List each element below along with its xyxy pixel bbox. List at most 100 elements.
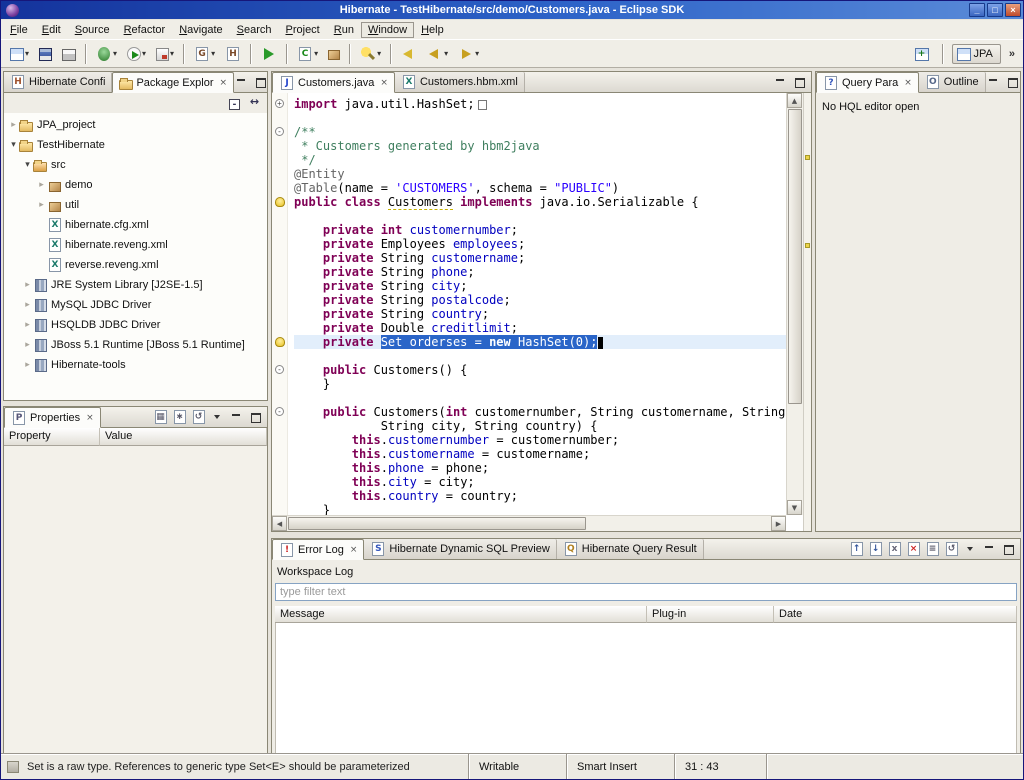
log-filter-input[interactable]: [275, 583, 1017, 601]
new-class-button[interactable]: ▾: [293, 43, 322, 65]
dropdown-arrow-icon[interactable]: ▾: [475, 49, 479, 58]
view-menu-button[interactable]: [963, 543, 978, 556]
run-hql-button[interactable]: [257, 43, 281, 65]
log-table-body[interactable]: [275, 623, 1017, 773]
tree-item-src[interactable]: ▾src: [4, 155, 267, 175]
restore-log-button[interactable]: [944, 543, 959, 556]
fold-expanded-icon[interactable]: -: [275, 365, 284, 374]
horizontal-scrollbar[interactable]: ◀ ▶: [272, 515, 786, 531]
minimize-button[interactable]: _: [969, 3, 985, 17]
warning-marker-icon[interactable]: [805, 243, 810, 248]
maximize-button[interactable]: [253, 76, 268, 89]
close-icon[interactable]: ×: [219, 78, 227, 88]
column-header-date[interactable]: Date: [774, 606, 1017, 623]
explorer-tab-hibernate-confi[interactable]: Hibernate Confi: [4, 72, 112, 92]
menu-window[interactable]: Window: [361, 22, 414, 38]
editor-tab-customers-java[interactable]: Customers.java×: [272, 72, 395, 93]
warning-marker-icon[interactable]: [805, 155, 810, 160]
dropdown-arrow-icon[interactable]: ▾: [314, 49, 318, 58]
properties-table-body[interactable]: [4, 446, 267, 776]
maximize-button[interactable]: [792, 76, 807, 89]
import-log-button[interactable]: [868, 543, 883, 556]
menu-navigate[interactable]: Navigate: [172, 22, 229, 38]
restore-default-button[interactable]: [191, 411, 206, 424]
tree-item-jboss-5-1-runtime-jboss-5-1-runtime[interactable]: ▸JBoss 5.1 Runtime [JBoss 5.1 Runtime]: [4, 335, 267, 355]
tree-item-hsqldb-jdbc-driver[interactable]: ▸HSQLDB JDBC Driver: [4, 315, 267, 335]
collapse-all-button[interactable]: [227, 97, 242, 110]
forward-button[interactable]: ▾: [454, 43, 483, 65]
tree-item-hibernate-tools[interactable]: ▸Hibernate-tools: [4, 355, 267, 375]
query-tab-outline[interactable]: Outline: [919, 72, 986, 92]
fold-collapsed-icon[interactable]: +: [275, 99, 284, 108]
export-log-button[interactable]: [849, 543, 864, 556]
maximize-button[interactable]: [1001, 543, 1016, 556]
menu-file[interactable]: File: [3, 22, 35, 38]
menu-run[interactable]: Run: [327, 22, 361, 38]
tree-item-hibernate-reveng-xml[interactable]: hibernate.reveng.xml: [4, 235, 267, 255]
minimize-button[interactable]: [229, 411, 244, 424]
menu-source[interactable]: Source: [68, 22, 117, 38]
warning-icon[interactable]: [275, 337, 285, 347]
expand-arrow-icon[interactable]: ▸: [36, 200, 47, 210]
dropdown-arrow-icon[interactable]: ▾: [25, 49, 29, 58]
external-tools-button[interactable]: ▾: [152, 44, 178, 64]
dropdown-arrow-icon[interactable]: ▾: [444, 49, 448, 58]
perspective-jpa-button[interactable]: JPA: [952, 44, 1001, 64]
fold-expanded-icon[interactable]: -: [275, 407, 284, 416]
expand-arrow-icon[interactable]: ▸: [22, 300, 33, 310]
expand-arrow-icon[interactable]: ▸: [22, 280, 33, 290]
query-tab-query-para[interactable]: Query Para×: [816, 72, 919, 93]
hibernate-codegen-button[interactable]: ▾: [190, 43, 219, 65]
expand-arrow-icon[interactable]: ▸: [22, 320, 33, 330]
close-icon[interactable]: ×: [350, 545, 358, 555]
view-menu-button[interactable]: [210, 411, 225, 424]
save-button[interactable]: [35, 44, 56, 64]
expand-arrow-icon[interactable]: ▸: [8, 120, 19, 130]
scroll-down-button[interactable]: ▼: [787, 500, 802, 515]
log-tab-hibernate-query-result[interactable]: Hibernate Query Result: [557, 539, 704, 559]
column-header-message[interactable]: Message: [275, 606, 647, 623]
debug-button[interactable]: ▾: [92, 43, 121, 65]
scroll-left-button[interactable]: ◀: [272, 516, 287, 531]
minimize-button[interactable]: [773, 76, 788, 89]
tree-item-demo[interactable]: ▸demo: [4, 175, 267, 195]
search-button[interactable]: ▾: [356, 43, 385, 65]
run-button[interactable]: ▾: [123, 44, 150, 64]
menu-help[interactable]: Help: [414, 22, 451, 38]
link-with-editor-button[interactable]: [247, 97, 262, 110]
maximize-button[interactable]: □: [987, 3, 1003, 17]
overview-ruler[interactable]: [803, 93, 811, 531]
hibernate-console-button[interactable]: [221, 43, 245, 65]
menu-edit[interactable]: Edit: [35, 22, 68, 38]
tree-item-jre-system-library-j2se-1-5[interactable]: ▸JRE System Library [J2SE-1.5]: [4, 275, 267, 295]
code-area[interactable]: import java.util.HashSet;/** * Customers…: [288, 93, 786, 515]
expand-arrow-icon[interactable]: ▸: [36, 180, 47, 190]
open-perspective-button[interactable]: [911, 44, 933, 64]
explorer-tab-package-explor[interactable]: Package Explor×: [112, 72, 234, 93]
editor-tab-customers-hbm-xml[interactable]: Customers.hbm.xml: [395, 72, 525, 92]
close-icon[interactable]: ×: [904, 78, 912, 88]
dropdown-arrow-icon[interactable]: ▾: [377, 49, 381, 58]
close-icon[interactable]: ×: [380, 78, 388, 88]
tree-item-hibernate-cfg-xml[interactable]: hibernate.cfg.xml: [4, 215, 267, 235]
print-button[interactable]: [58, 44, 80, 64]
open-log-button[interactable]: [925, 543, 940, 556]
close-icon[interactable]: ×: [86, 413, 94, 423]
log-tab-error-log[interactable]: Error Log×: [272, 539, 364, 560]
last-edit-location-button[interactable]: [397, 43, 421, 65]
toolbar-overflow-chevron[interactable]: »: [1005, 48, 1019, 60]
column-header-property[interactable]: Property: [4, 428, 100, 446]
minimize-button[interactable]: [982, 543, 997, 556]
properties-tab-properties[interactable]: Properties×: [4, 407, 101, 428]
menu-project[interactable]: Project: [279, 22, 327, 38]
back-button[interactable]: ▾: [423, 43, 452, 65]
expand-arrow-icon[interactable]: ▸: [22, 360, 33, 370]
new-wizard-button[interactable]: ▾: [6, 44, 33, 64]
column-header-value[interactable]: Value: [100, 428, 267, 446]
minimize-button[interactable]: [986, 76, 1001, 89]
tree-item-mysql-jdbc-driver[interactable]: ▸MySQL JDBC Driver: [4, 295, 267, 315]
vertical-scroll-thumb[interactable]: [788, 109, 802, 404]
warning-icon[interactable]: [275, 197, 285, 207]
column-header-plug-in[interactable]: Plug-in: [647, 606, 774, 623]
tree-item-jpa-project[interactable]: ▸JPA_project: [4, 115, 267, 135]
